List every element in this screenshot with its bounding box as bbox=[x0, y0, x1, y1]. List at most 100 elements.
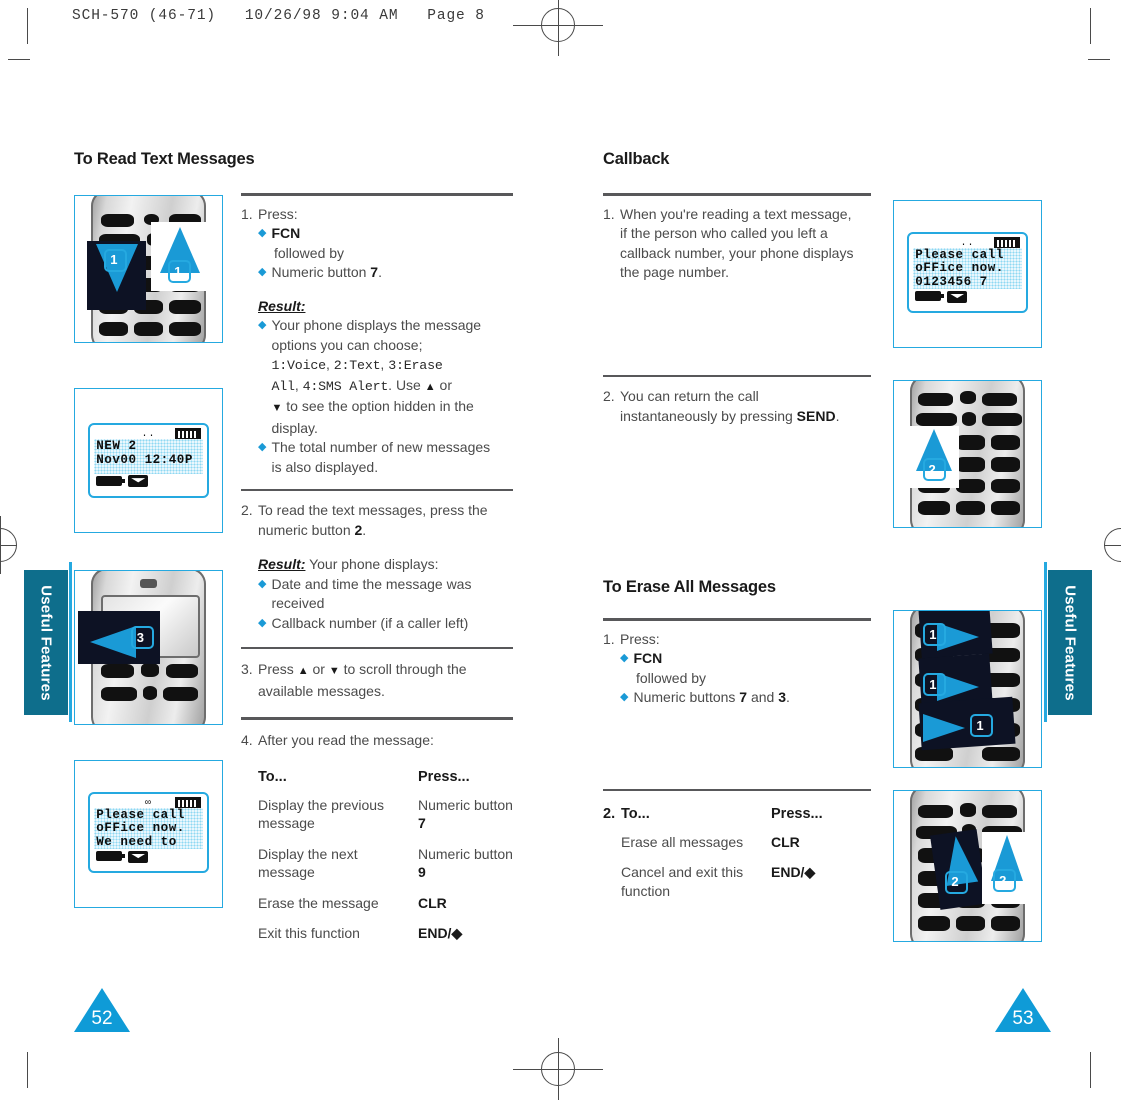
lcd-line-1: NEW 2 bbox=[96, 439, 137, 454]
up-arrow-icon: ▲ bbox=[424, 380, 436, 393]
crop-mark-l-h bbox=[8, 59, 30, 61]
callout-number-send: 2 bbox=[928, 462, 936, 478]
figure-lcd-callback-number: .. Please call oFFice now. 0123456 7 bbox=[893, 200, 1042, 348]
up-arrow-icon: ▲ bbox=[297, 665, 309, 678]
step1-result-bullets: ◆ Your phone displays the message option… bbox=[258, 316, 513, 477]
step2-b1-line1: Date and time the message was bbox=[271, 575, 472, 592]
envelope-icon bbox=[947, 290, 968, 303]
step4-number: 4. bbox=[241, 731, 253, 748]
lcd-status-bottom bbox=[913, 289, 1022, 303]
er-numeric-mid: and bbox=[747, 689, 779, 706]
side-tab-right[interactable]: Useful Features bbox=[1048, 570, 1092, 715]
side-tab-left[interactable]: Useful Features bbox=[24, 570, 68, 715]
cb-step2-line2: instantaneously by pressing SEND. bbox=[620, 407, 871, 427]
lcd-text-area: NEW 2 Nov00 12:40P bbox=[94, 439, 203, 474]
right-row-1-press: END/◆ bbox=[771, 863, 871, 912]
end-diamond-icon: ◆ bbox=[804, 864, 816, 881]
result-options-line3: ▼ to see the option hidden in the bbox=[271, 397, 481, 419]
diamond-bullet-icon: ◆ bbox=[258, 227, 267, 240]
result-b2-line1: The total number of new messages bbox=[271, 439, 491, 456]
col-to-header: To... bbox=[258, 769, 287, 786]
result-b2-line2: is also displayed. bbox=[271, 458, 379, 475]
crop-mark-br-v bbox=[1090, 1052, 1092, 1088]
page-number-right-value: 53 bbox=[1012, 1008, 1034, 1029]
lcd-screen-new: .. NEW 2 Nov00 12:40P bbox=[88, 423, 209, 498]
battery-icon bbox=[96, 475, 126, 486]
sep-3: , bbox=[294, 376, 303, 393]
left-column: To Read Text Messages bbox=[74, 150, 514, 169]
step3-line2: available messages. bbox=[258, 682, 385, 699]
callout-number-b: 1 bbox=[929, 677, 937, 693]
table-row: Display the next message Numeric button … bbox=[258, 845, 513, 894]
row-1-press-key: 9 bbox=[418, 864, 426, 881]
lcd-line-3: We need to bbox=[96, 834, 177, 849]
row-2-press-key: CLR bbox=[418, 894, 447, 911]
callout-number-a: 1 bbox=[929, 627, 937, 643]
callout-number-2: 1 bbox=[174, 263, 182, 279]
callout-arrow-right-icon bbox=[923, 713, 966, 742]
right-text-block-4: 2. To... Press... Erase all messages CLR… bbox=[603, 789, 871, 912]
step3-mid: or bbox=[308, 661, 329, 678]
option-all: All bbox=[271, 378, 295, 394]
er-numeric-pre: Numeric buttons bbox=[633, 689, 740, 706]
lcd-status-bottom bbox=[94, 849, 203, 863]
diamond-bullet-icon: ◆ bbox=[258, 577, 267, 590]
rule-left-2 bbox=[241, 489, 513, 492]
step1-numeric-pre: Numeric button bbox=[271, 264, 371, 281]
figure-phone-scroll-keys: 3 bbox=[74, 570, 223, 725]
right-row-0-to: Erase all messages bbox=[621, 833, 744, 850]
step1-result-bullet-2: ◆ The total number of new messages is al… bbox=[258, 438, 513, 477]
callout-number-end: 2 bbox=[999, 872, 1007, 888]
step1-bullets: ◆ FCN followed by ◆ Numeric button 7. bbox=[258, 224, 513, 283]
right-row-1-to: Cancel and exit this function bbox=[621, 864, 744, 899]
lcd-line-2: oFFice now. bbox=[915, 261, 1004, 276]
step1-lead: Press: bbox=[258, 205, 298, 222]
right-row-0-press: CLR bbox=[771, 833, 871, 864]
er-fcn-label: FCN bbox=[633, 650, 663, 667]
battery-icon bbox=[915, 291, 945, 302]
lcd-line-2: Nov00 12:40P bbox=[96, 452, 193, 467]
lcd-screen-message: ∞ Please call oFFice now. We need to bbox=[88, 791, 209, 874]
step2-result-bullet-1: ◆ Date and time the message was received bbox=[258, 575, 513, 614]
left-step-1: 1. Press: ◆ FCN followed by ◆ Numeric bu… bbox=[241, 205, 513, 478]
right-row-1-press-key: END/ bbox=[771, 864, 805, 881]
rule-right-4 bbox=[603, 789, 871, 792]
right-press-table: 2. To... Press... Erase all messages CLR… bbox=[603, 805, 871, 912]
row-1-press: Numeric button 9 bbox=[418, 845, 513, 894]
table-row: Erase all messages CLR bbox=[603, 833, 871, 864]
lcd-line-1: Please call bbox=[96, 807, 185, 822]
left-text-block: 1. Press: ◆ FCN followed by ◆ Numeric bu… bbox=[241, 193, 513, 955]
row-3-press: END/◆ bbox=[418, 924, 513, 955]
result-b1-line1: Your phone displays the message bbox=[271, 317, 482, 334]
option-erase: 3:Erase bbox=[388, 358, 443, 374]
right-section-heading-2: To Erase All Messages bbox=[603, 578, 776, 596]
diamond-bullet-icon: ◆ bbox=[620, 691, 629, 704]
row-0-press-key: 7 bbox=[418, 815, 426, 832]
cb-step2-number: 2. bbox=[603, 388, 615, 405]
callout-number-c: 1 bbox=[976, 717, 984, 733]
step2-result-bullet-2: ◆ Callback number (if a caller left) bbox=[258, 614, 513, 634]
step1-bullet-fcn: ◆ FCN bbox=[258, 224, 513, 244]
step2-line2-pre: numeric button bbox=[258, 521, 355, 538]
callout-number-clr: 2 bbox=[951, 874, 959, 890]
crop-mark-bl-v bbox=[27, 1052, 29, 1088]
col-press-header: Press... bbox=[771, 806, 823, 823]
callout-number-1: 1 bbox=[110, 252, 118, 268]
step1-followed-by-label: followed by bbox=[274, 244, 345, 261]
step2-result-line: Result: Your phone displays: bbox=[258, 555, 513, 575]
er-key-3: 3 bbox=[778, 689, 787, 706]
print-header: SCH-570 (46-71) 10/26/98 9:04 AM Page 8 bbox=[72, 8, 485, 24]
send-key-label: SEND bbox=[796, 407, 836, 424]
step3-pre: Press bbox=[258, 661, 298, 678]
step2-number: 2. bbox=[241, 502, 253, 519]
result-options-line1: 1:Voice, 2:Text, 3:Erase bbox=[271, 355, 481, 376]
er-followed-by-label: followed by bbox=[636, 669, 707, 686]
row-0-press-pre: Numeric button bbox=[418, 796, 513, 813]
end-diamond-icon: ◆ bbox=[451, 925, 463, 942]
step1-numeric-key: 7 bbox=[370, 264, 379, 281]
cb-step2-line2-post: . bbox=[835, 407, 840, 424]
table-header-row: 2. To... Press... bbox=[603, 805, 871, 833]
row-1-press-pre: Numeric button bbox=[418, 845, 513, 862]
rule-right-2 bbox=[603, 375, 871, 378]
option-voice: 1:Voice bbox=[271, 358, 326, 374]
